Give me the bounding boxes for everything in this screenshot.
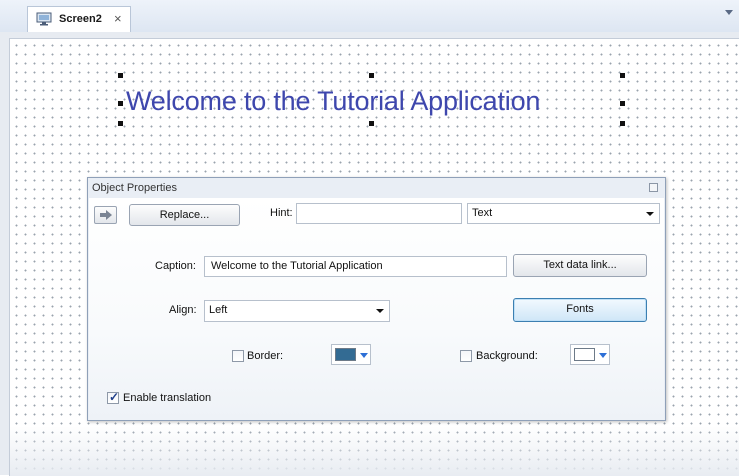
caption-input[interactable]: Welcome to the Tutorial Application [204,256,507,277]
hint-label: Hint: [270,207,293,219]
checkmark-icon: ✓ [109,390,120,404]
close-icon[interactable]: × [114,11,122,26]
welcome-text-label[interactable]: Welcome to the Tutorial Application [118,73,625,126]
selection-handle-bottom-right[interactable] [620,121,625,126]
dialog-title: Object Properties [92,182,177,194]
selection-handle-top-right[interactable] [620,73,625,78]
caption-label: Caption: [155,260,196,272]
tab-label: Screen2 [59,13,102,25]
background-checkbox[interactable] [460,350,472,362]
chevron-down-icon [646,212,654,216]
fonts-button[interactable]: Fonts [513,298,647,322]
canvas-fade [10,426,739,476]
monitor-icon [36,12,52,26]
align-value: Left [209,304,228,316]
border-color-picker[interactable] [331,344,371,365]
enable-translation-label: Enable translation [123,392,212,404]
tab-screen2[interactable]: Screen2 × [27,6,131,32]
arrow-right-icon [99,210,113,223]
object-type-select[interactable]: Text [467,203,660,224]
chevron-down-icon [376,309,384,313]
border-checkbox[interactable] [232,350,244,362]
object-type-value: Text [472,207,493,219]
text-data-link-button[interactable]: Text data link... [513,254,647,277]
chevron-down-icon[interactable] [725,10,733,15]
background-color-swatch [574,348,595,361]
align-label: Align: [169,304,197,316]
chevron-down-icon [599,353,607,358]
welcome-text: Welcome to the Tutorial Application [126,86,541,116]
border-label: Border: [247,350,284,362]
navigate-button[interactable] [94,206,117,224]
background-label: Background: [476,350,538,362]
object-properties-dialog: Object Properties Replace... Hint: Text … [87,177,666,421]
tab-strip: Screen2 × [0,0,739,33]
enable-translation-checkbox[interactable]: ✓ [107,390,120,404]
selection-handle-bottom-middle[interactable] [369,121,374,126]
selection-handle-top-left[interactable] [118,73,123,78]
border-color-swatch [335,348,356,361]
dialog-close-icon[interactable] [649,183,658,192]
align-select[interactable]: Left [204,300,390,322]
selection-handle-middle-left[interactable] [118,101,123,106]
replace-button[interactable]: Replace... [129,204,240,226]
dialog-body: Replace... Hint: Text Caption: Welcome t… [89,198,664,420]
background-color-picker[interactable] [570,344,610,365]
selection-handle-middle-right[interactable] [620,101,625,106]
chevron-down-icon [360,353,368,358]
selection-handle-top-middle[interactable] [369,73,374,78]
selection-handle-bottom-left[interactable] [118,121,123,126]
hint-input[interactable] [296,203,462,224]
